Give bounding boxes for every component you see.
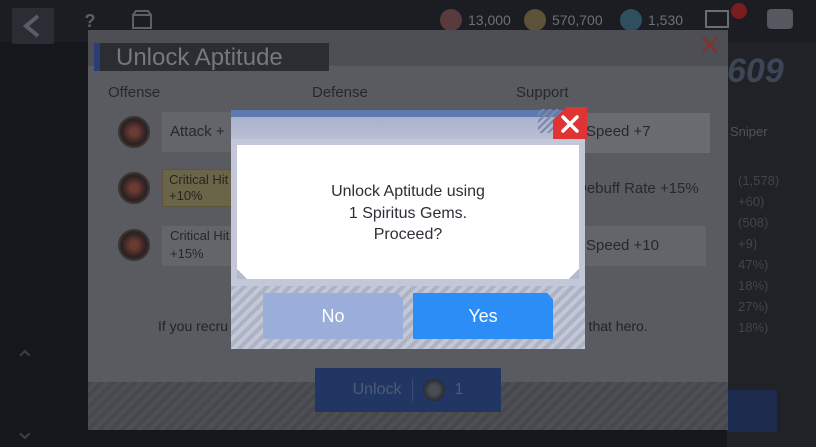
aptitude-option[interactable]: Critical Hit +10%	[162, 169, 234, 207]
crystal-value: 1,530	[648, 12, 684, 28]
option-label: Critical Hit +15%	[170, 228, 230, 261]
dialog-close-button[interactable]: ✕	[691, 30, 729, 62]
column-defense: Defense	[312, 84, 368, 101]
stat-row: +9)	[738, 236, 758, 251]
modal-message-box: Unlock Aptitude using 1 Spiritus Gems. P…	[237, 145, 579, 279]
stat-row: (1,578)	[738, 173, 780, 188]
stat-row: (508)	[738, 215, 769, 230]
dialog-title: Unlock Aptitude	[116, 44, 283, 71]
corner-decoration	[237, 269, 247, 279]
unlock-cost: 1	[454, 381, 464, 398]
message-line: Proceed?	[373, 226, 443, 243]
option-label: Critical Hit +10%	[169, 172, 229, 203]
yes-button[interactable]: Yes	[413, 293, 553, 339]
aptitude-gem-icon	[118, 116, 150, 148]
dialog-note-right: r that hero.	[580, 318, 648, 334]
gold-value: 570,700	[552, 12, 603, 28]
aptitude-gem-icon	[118, 172, 150, 204]
unlock-button[interactable]: Unlock 1	[315, 368, 501, 412]
unlock-label: Unlock	[352, 381, 402, 398]
side-action-button[interactable]	[727, 390, 777, 432]
close-icon	[561, 115, 579, 133]
modal-header	[231, 117, 585, 139]
stat-row: +60)	[738, 194, 765, 209]
back-button[interactable]	[12, 8, 54, 44]
dialog-note-left: If you recru	[158, 318, 229, 334]
stat-row: 18%)	[738, 320, 769, 335]
arrow-up-icon[interactable]: ⌃	[14, 325, 36, 395]
message-line: 1 Spiritus Gems.	[348, 204, 468, 222]
stat-row: 47%)	[738, 257, 769, 272]
back-arrow-icon	[22, 14, 40, 38]
stamina-counter[interactable]: 13,000	[440, 8, 511, 32]
hero-stat-rows: (1,578) +60) (508) +9) 47%) 18%) 27%) 18…	[738, 170, 779, 338]
crystal-counter[interactable]: 1,530	[620, 8, 683, 32]
modal-close-button[interactable]	[553, 107, 587, 139]
aptitude-gem-icon	[118, 229, 150, 261]
mail-icon[interactable]	[705, 10, 729, 28]
hero-power-value: 609	[727, 52, 784, 90]
chat-icon[interactable]	[767, 9, 793, 29]
spiritus-gem-icon	[422, 379, 445, 401]
crystal-icon	[620, 9, 642, 31]
column-offense: Offense	[108, 84, 161, 101]
option-label: Attack +	[170, 123, 225, 140]
gold-icon	[524, 9, 546, 31]
shop-icon[interactable]	[130, 10, 154, 32]
stamina-value: 13,000	[468, 12, 511, 28]
column-support: Support	[516, 84, 569, 101]
modal-message: Unlock Aptitude using 1 Spiritus Gems. P…	[237, 181, 579, 246]
option-label: Debuff Rate +15%	[576, 180, 699, 197]
confirm-modal: Unlock Aptitude using 1 Spiritus Gems. P…	[231, 107, 587, 349]
hero-class-label: Sniper	[730, 124, 768, 139]
hero-scroll-arrows[interactable]: ⌃ ⌄	[14, 325, 36, 447]
corner-decoration	[569, 269, 579, 279]
gold-counter[interactable]: 570,700	[524, 8, 603, 32]
help-icon[interactable]: ?	[78, 10, 102, 32]
stat-row: 27%)	[738, 299, 769, 314]
arrow-down-icon[interactable]: ⌄	[14, 395, 36, 447]
stat-row: 18%)	[738, 278, 769, 293]
divider	[411, 379, 413, 401]
no-button[interactable]: No	[263, 293, 403, 339]
stamina-icon	[440, 9, 462, 31]
option-label: Speed +7	[586, 123, 651, 140]
message-line: Unlock Aptitude using	[331, 183, 485, 200]
mail-badge	[731, 3, 747, 19]
option-label: Speed +10	[586, 237, 659, 254]
